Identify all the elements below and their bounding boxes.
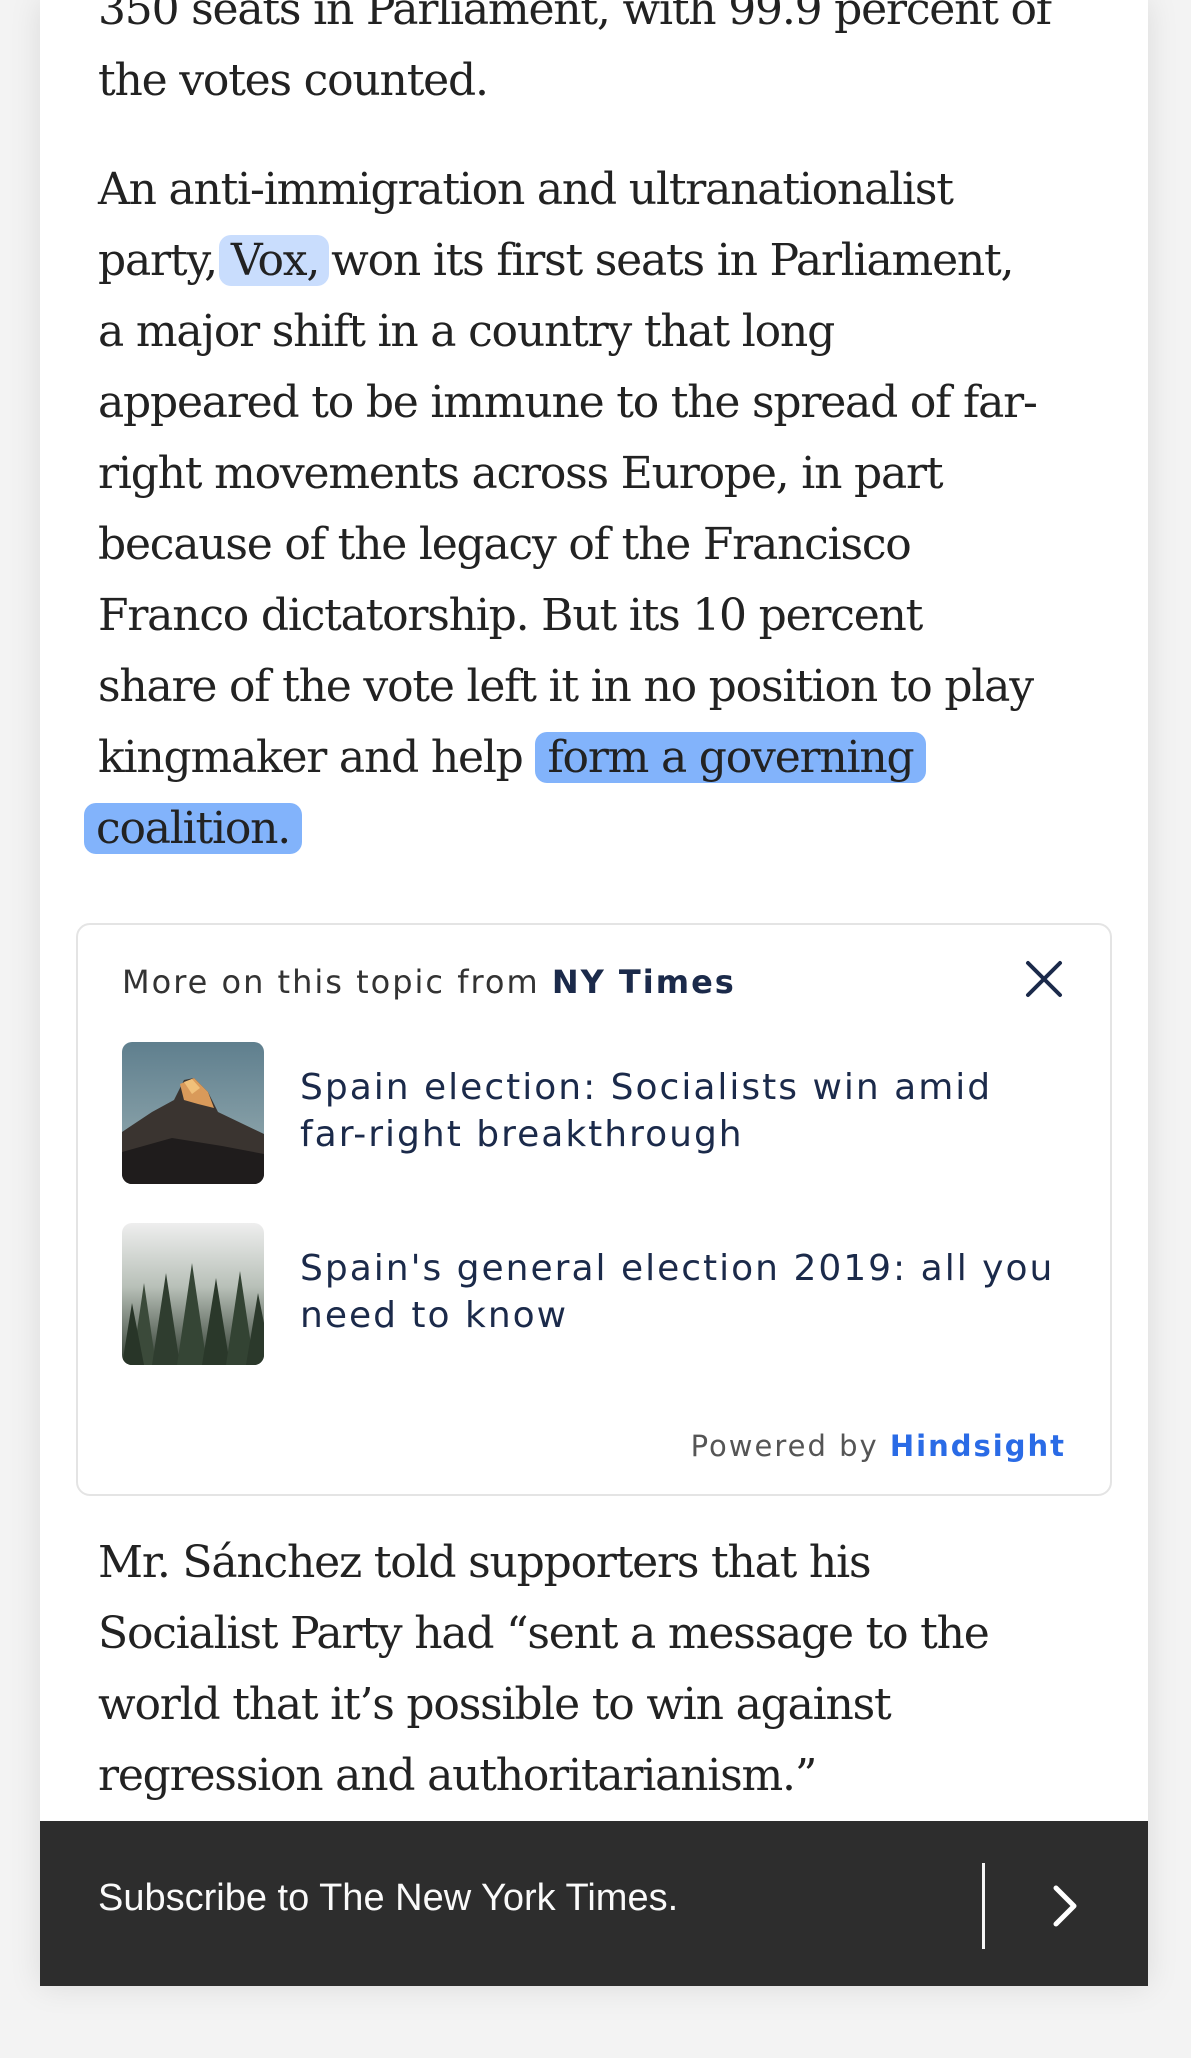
article-line: a major shift in a country that long [98, 306, 835, 357]
article-viewport: 350 seats in Parliament, with 99.9 perce… [40, 0, 1148, 1986]
related-heading-source: NY Times [551, 963, 736, 1001]
article-line: because of the legacy of the Francisco [98, 519, 912, 570]
related-item[interactable]: Spain election: Socialists win amid far-… [122, 1042, 1072, 1184]
related-heading-prefix: More on this topic from [122, 963, 540, 1001]
misty-forest-thumbnail [122, 1223, 264, 1365]
powered-prefix: Powered by [690, 1429, 879, 1463]
powered-by: Powered by Hindsight [691, 1429, 1066, 1463]
article-text: won its first seats in Parliament, [331, 235, 1014, 286]
highlight-vox[interactable]: Vox, [218, 235, 330, 286]
article-line: kingmaker and help form a governing [98, 722, 1108, 793]
article-line: party, Vox, won its first seats in Parliam… [98, 225, 1108, 296]
hindsight-link[interactable]: Hindsight [890, 1429, 1066, 1463]
article-line: Socialist Party had “sent a message to t… [98, 1608, 990, 1659]
highlight-coalition[interactable]: form a governing [535, 732, 926, 783]
related-item[interactable]: Spain's general election 2019: all you n… [122, 1223, 1072, 1365]
subscribe-label: Subscribe to The New York Times. [98, 1877, 679, 1919]
article-line: regression and authoritarianism.” [98, 1750, 817, 1801]
article-line: the votes counted. [98, 55, 489, 106]
article-paragraph-bottom: Mr. Sánchez told supporters that his Soc… [98, 1527, 1108, 1811]
close-icon[interactable] [1024, 959, 1064, 999]
article-line: right movements across Europe, in part [98, 448, 944, 499]
highlight-coalition[interactable]: coalition. [84, 803, 303, 854]
mountain-sunset-thumbnail [122, 1042, 264, 1184]
related-item-title: Spain's general election 2019: all you n… [300, 1248, 1055, 1336]
article-line: An anti-immigration and ultranationalist [98, 164, 954, 215]
banner-divider [982, 1863, 985, 1949]
related-heading: More on this topic from NY Times [122, 963, 736, 1001]
article-line: share of the vote left it in no position… [98, 661, 1034, 712]
article-line: coalition. [84, 793, 1108, 864]
article-line: Franco dictatorship. But its 10 percent [98, 590, 923, 641]
article-line: appeared to be immune to the spread of f… [98, 377, 1038, 428]
related-articles-card: More on this topic from NY Times Spain e… [76, 923, 1112, 1496]
related-item-title: Spain election: Socialists win amid far-… [300, 1067, 993, 1155]
article-text: kingmaker and help [98, 732, 524, 783]
article-paragraph-top: 350 seats in Parliament, with 99.9 perce… [98, 0, 1108, 116]
article-line: world that it’s possible to win against [98, 1679, 892, 1730]
chevron-right-icon[interactable] [1050, 1884, 1080, 1928]
article-line: 350 seats in Parliament, with 99.9 perce… [98, 0, 1052, 35]
subscribe-banner[interactable]: Subscribe to The New York Times. [40, 1821, 1148, 1986]
article-line: Mr. Sánchez told supporters that his [98, 1537, 872, 1588]
article-paragraph-main: An anti-immigration and ultranationalist… [84, 154, 1108, 864]
article-text: party, [98, 235, 218, 286]
